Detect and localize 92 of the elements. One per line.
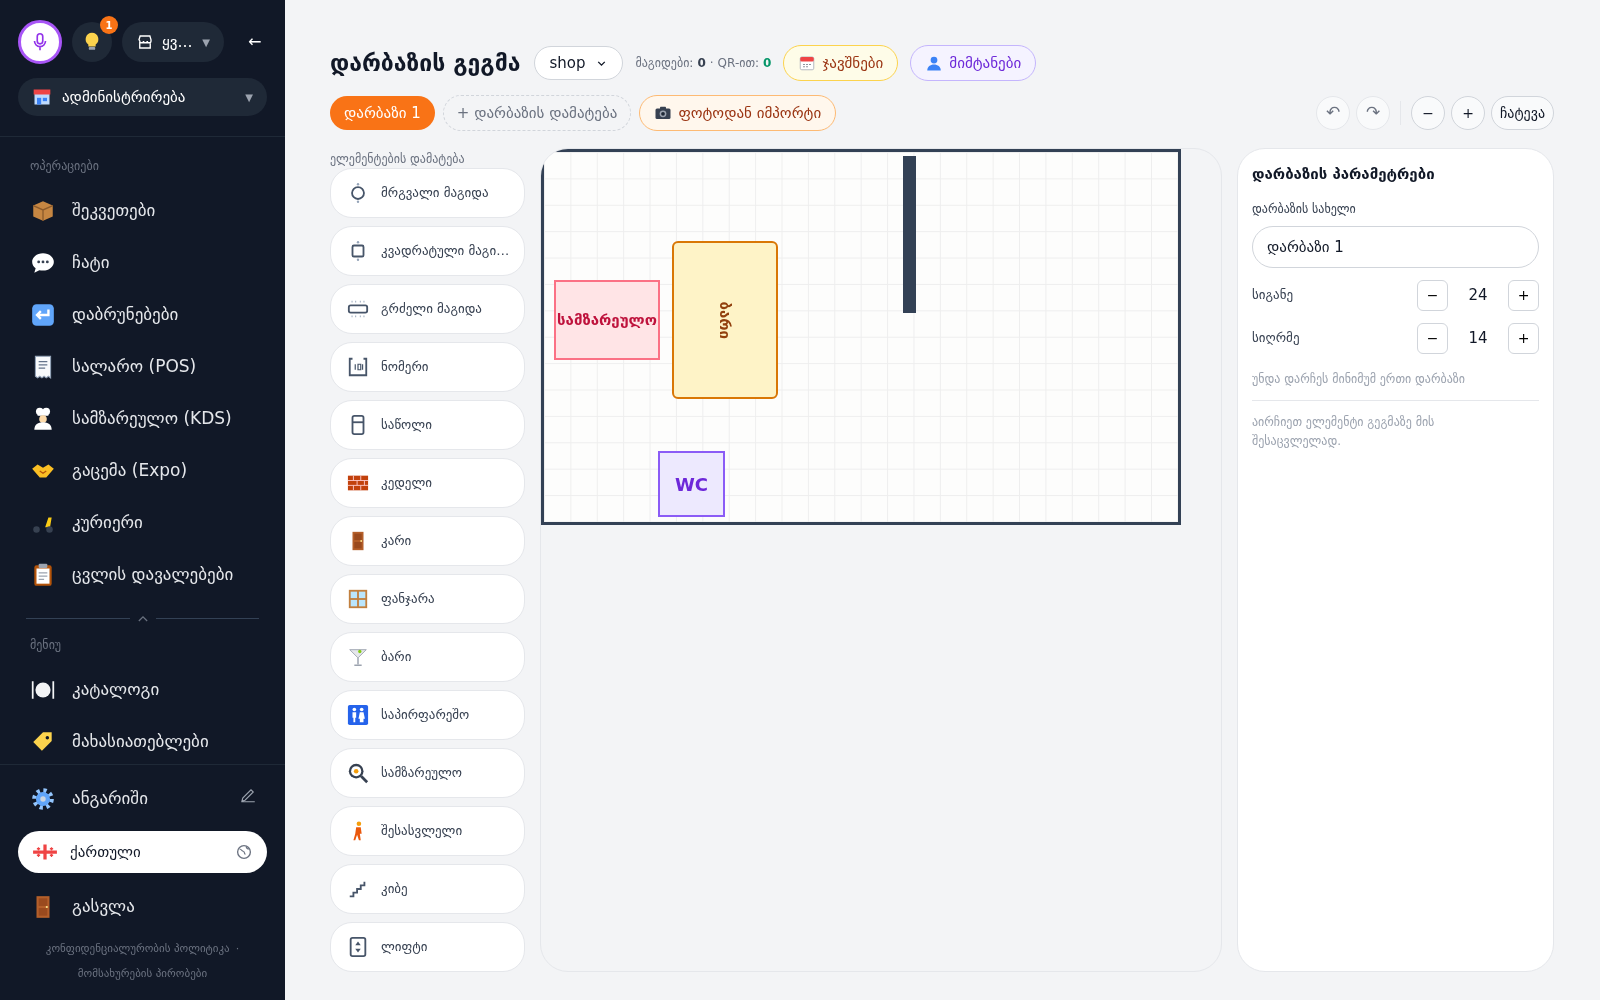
separator-dot: · <box>709 55 714 72</box>
element-button[interactable]: კარი <box>330 516 525 566</box>
language-selector[interactable]: ქართული <box>18 831 267 873</box>
stat-label: მაგიდები: <box>635 55 694 72</box>
field-label: სიგანე <box>1252 286 1295 305</box>
waiters-button[interactable]: მიმტანები <box>910 45 1037 81</box>
cocktail-glass-icon <box>347 646 369 668</box>
nav-item[interactable]: სალარო (POS) <box>0 341 285 393</box>
kitchen-zone: სამზარეულო <box>554 280 660 360</box>
element-button[interactable]: კიბე <box>330 864 525 914</box>
stat-value: 0 <box>763 55 772 72</box>
import-photo-button[interactable]: ფოტოდან იმპორტი <box>639 95 837 131</box>
tips-button[interactable] <box>72 22 112 62</box>
caret-icon: ▼ <box>245 89 253 105</box>
floor-select[interactable]: shop <box>534 46 624 80</box>
nav-item[interactable]: სამზარეულო (KDS) <box>0 393 285 445</box>
field-label: სიღრმე <box>1252 329 1301 348</box>
workspace-dropdown[interactable]: ადმინისტრირება ▼ <box>18 78 267 116</box>
element-button[interactable]: ფანჯარა <box>330 574 525 624</box>
increase-button[interactable]: + <box>1508 322 1539 354</box>
page-title: დარბაზის გეგმა <box>330 48 521 78</box>
long-table-icon <box>347 298 369 320</box>
logout-link[interactable]: გასვლა <box>0 881 285 933</box>
footer-link[interactable]: კონფიდენციალურობის პოლიტიკა <box>45 941 230 958</box>
store-name: ყვ… <box>162 31 193 53</box>
box-icon <box>30 198 56 224</box>
frying-pan-icon <box>347 762 369 784</box>
elevator-icon <box>347 936 369 958</box>
nav-item[interactable]: მახასიათებლები <box>0 716 285 764</box>
gear-icon <box>30 786 56 812</box>
stat-value: 0 <box>697 55 706 72</box>
workspace-name: ადმინისტრირება <box>62 86 186 108</box>
hint-text: უნდა დარჩეს მინიმუმ ერთი დარბაზი <box>1252 369 1539 401</box>
nav-item[interactable]: გაცემა (Expo) <box>0 445 285 497</box>
footer-link[interactable]: მომსახურების პირობები <box>77 965 208 982</box>
camera-icon <box>654 104 673 122</box>
shop-icon <box>32 87 52 107</box>
separator-dot: · <box>235 941 240 957</box>
zoom-in-button[interactable]: + <box>1451 96 1485 130</box>
dimension-value: 24 <box>1467 284 1489 306</box>
speech-bubble-icon <box>30 250 56 276</box>
element-button[interactable]: სამზარეულო <box>330 748 525 798</box>
section-label: ოპერაციები <box>29 158 100 175</box>
field-label: დარბაზის სახელი <box>1252 200 1357 218</box>
language-name: ქართული <box>70 841 142 863</box>
pencil-icon <box>239 786 257 804</box>
restroom-sign-icon <box>347 704 369 726</box>
dimension-value: 14 <box>1467 327 1489 349</box>
person-icon <box>925 54 944 72</box>
restroom-zone: WC <box>658 451 725 517</box>
element-button[interactable]: ლიფტი <box>330 922 525 972</box>
edit-button[interactable] <box>239 786 257 804</box>
element-button[interactable]: საპირფარეშო <box>330 690 525 740</box>
element-button[interactable]: გრძელი მაგიდა <box>330 284 525 334</box>
nav-item[interactable]: შეკვეთები <box>0 185 285 237</box>
element-button[interactable]: ნომერი <box>330 342 525 392</box>
element-button[interactable]: კედელი <box>330 458 525 508</box>
caret-icon: ▼ <box>202 34 210 50</box>
notification-badge: 1 <box>100 16 118 34</box>
decrease-button[interactable]: − <box>1417 279 1448 311</box>
section-label: მენიუ <box>29 637 63 654</box>
panel-title: დარბაზის პარამეტრები <box>1252 164 1436 185</box>
collapse-sidebar-button[interactable]: ← <box>248 30 262 54</box>
decrease-button[interactable]: − <box>1417 322 1448 354</box>
element-button[interactable]: მრგვალი მაგიდა <box>330 168 525 218</box>
stat-label: QR-ით: <box>717 55 760 72</box>
hall-name-field[interactable]: დარბაზი 1 <box>1252 225 1539 268</box>
element-button[interactable]: კვადრატული მაგი… <box>330 226 525 276</box>
store-icon <box>136 33 154 51</box>
collapse-caret-icon[interactable] <box>137 615 148 622</box>
fit-button[interactable]: ჩატევა <box>1491 96 1554 130</box>
zoom-out-button[interactable]: − <box>1411 96 1445 130</box>
nav-item[interactable]: ჩატი <box>0 237 285 289</box>
reservations-button[interactable]: ჯავშნები <box>783 45 899 81</box>
globe-icon <box>235 843 253 861</box>
window-icon <box>347 588 369 610</box>
account-link[interactable]: ანგარიში <box>0 773 239 825</box>
element-button[interactable]: ბარი <box>330 632 525 682</box>
nav-item[interactable]: ცვლის დავალებები <box>0 549 285 601</box>
nav-item[interactable]: კურიერი <box>0 497 285 549</box>
palette-title: ელემენტების დამატება <box>330 151 466 168</box>
number-plate-icon <box>347 356 369 378</box>
calendar-icon <box>798 54 817 72</box>
microphone-button[interactable] <box>18 20 62 64</box>
store-dropdown[interactable]: ყვ… ▼ <box>122 22 224 62</box>
element-button[interactable]: შესასვლელი <box>330 806 525 856</box>
bar-counter: ბარი <box>672 241 778 399</box>
hint-text: აირჩიეთ ელემენტი გეგმაზე მის შესაცვლელად. <box>1252 413 1436 450</box>
element-button[interactable]: საწოლი <box>330 400 525 450</box>
increase-button[interactable]: + <box>1508 279 1539 311</box>
nav-item[interactable]: კატალოგი <box>0 664 285 716</box>
nav-item[interactable]: დაბრუნებები <box>0 289 285 341</box>
